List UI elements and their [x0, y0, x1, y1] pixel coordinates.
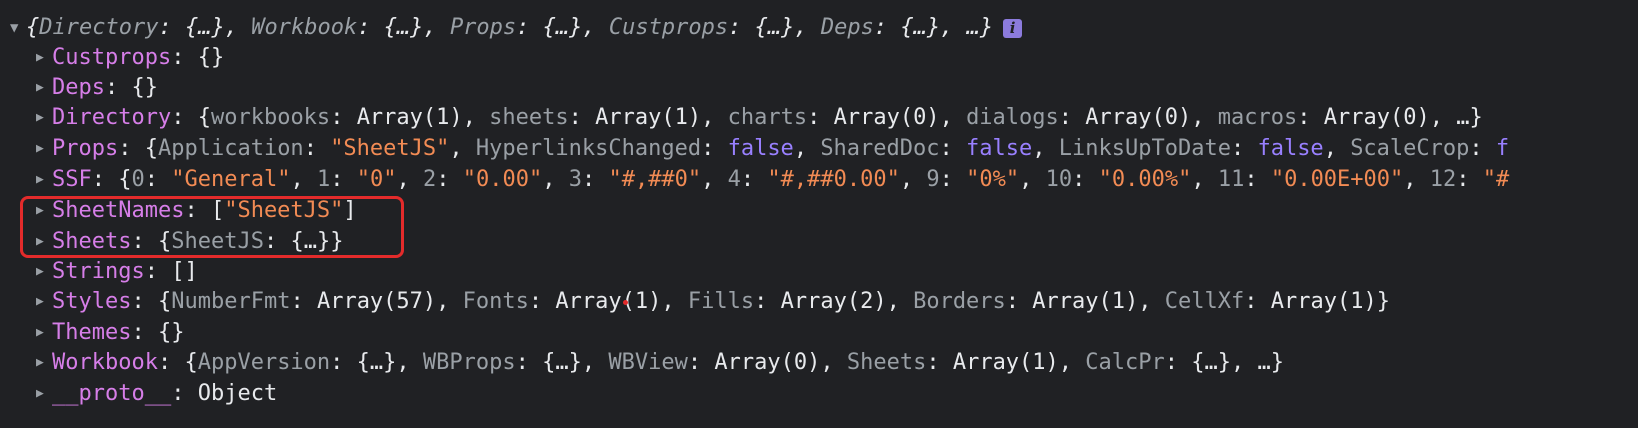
property-key: Themes: [52, 320, 132, 345]
triangle-down-icon[interactable]: ▼: [10, 12, 26, 44]
property-row-custprops[interactable]: ▶ Custprops: {}: [36, 42, 224, 74]
property-row-sheets[interactable]: ▶ Sheets: {SheetJS: {…}}: [36, 226, 343, 258]
triangle-right-icon[interactable]: ▶: [36, 226, 52, 258]
property-value: {}: [131, 75, 158, 100]
triangle-right-icon[interactable]: ▶: [36, 317, 52, 349]
property-preview: NumberFmt: Array(57), Fonts: Array(1), F…: [171, 289, 1390, 314]
property-key: Styles: [52, 289, 132, 314]
devtools-console-output: ▼ {Directory: {…}, Workbook: {…}, Props: …: [0, 0, 1638, 428]
property-key: SheetNames: [52, 198, 185, 223]
property-value: []: [171, 259, 198, 284]
triangle-right-icon[interactable]: ▶: [36, 195, 52, 227]
object-summary-row[interactable]: ▼ {Directory: {…}, Workbook: {…}, Props: …: [10, 12, 1023, 44]
property-value: Object: [197, 381, 278, 406]
sheet-name-item: "SheetJS": [224, 198, 344, 223]
property-key: Strings: [52, 259, 145, 284]
property-row-workbook[interactable]: ▶ Workbook: {AppVersion: {…}, WBProps: {……: [36, 347, 1284, 379]
property-row-sheetnames[interactable]: ▶ SheetNames: ["SheetJS"]: [36, 195, 357, 227]
triangle-right-icon[interactable]: ▶: [36, 164, 52, 196]
triangle-right-icon[interactable]: ▶: [36, 286, 52, 318]
property-key: __proto__: [52, 381, 172, 406]
triangle-right-icon[interactable]: ▶: [36, 42, 52, 74]
info-icon[interactable]: i: [1003, 18, 1023, 38]
property-key: Sheets: [52, 229, 132, 254]
property-row-ssf[interactable]: ▶ SSF: {0: "General", 1: "0", 2: "0.00", …: [36, 164, 1509, 196]
property-preview: AppVersion: {…}, WBProps: {…}, WBView: A…: [197, 350, 1285, 375]
red-marker-dot: [623, 300, 628, 305]
property-value: {}: [157, 320, 185, 345]
property-row-themes[interactable]: ▶ Themes: {}: [36, 317, 184, 349]
property-preview: workbooks: Array(1), sheets: Array(1), c…: [210, 105, 1483, 130]
triangle-right-icon[interactable]: ▶: [36, 72, 52, 104]
property-row-directory[interactable]: ▶ Directory: {workbooks: Array(1), sheets…: [36, 102, 1483, 134]
property-key: SSF: [52, 167, 92, 192]
property-preview: 0: "General", 1: "0", 2: "0.00", 3: "#,#…: [131, 167, 1510, 192]
property-key: Props: [52, 136, 119, 161]
property-key: Custprops: [52, 45, 172, 70]
property-value: {}: [197, 45, 225, 70]
summary-preview: {Directory: {…}, Workbook: {…}, Props: {…: [26, 15, 994, 40]
triangle-right-icon[interactable]: ▶: [36, 347, 52, 379]
property-key: Workbook: [52, 350, 158, 375]
property-row-strings[interactable]: ▶ Strings: []: [36, 256, 198, 288]
triangle-right-icon[interactable]: ▶: [36, 256, 52, 288]
property-row-styles[interactable]: ▶ Styles: {NumberFmt: Array(57), Fonts: A…: [36, 286, 1390, 318]
property-row-props[interactable]: ▶ Props: {Application: "SheetJS", Hyperli…: [36, 133, 1509, 165]
property-key: Deps: [52, 75, 105, 100]
property-row-deps[interactable]: ▶ Deps: {}: [36, 72, 158, 104]
property-row-proto[interactable]: ▶ __proto__: Object: [36, 378, 277, 410]
triangle-right-icon[interactable]: ▶: [36, 102, 52, 134]
property-key: Directory: [52, 105, 172, 130]
triangle-right-icon[interactable]: ▶: [36, 378, 52, 410]
property-preview: Application: "SheetJS", HyperlinksChange…: [157, 136, 1510, 161]
triangle-right-icon[interactable]: ▶: [36, 133, 52, 165]
